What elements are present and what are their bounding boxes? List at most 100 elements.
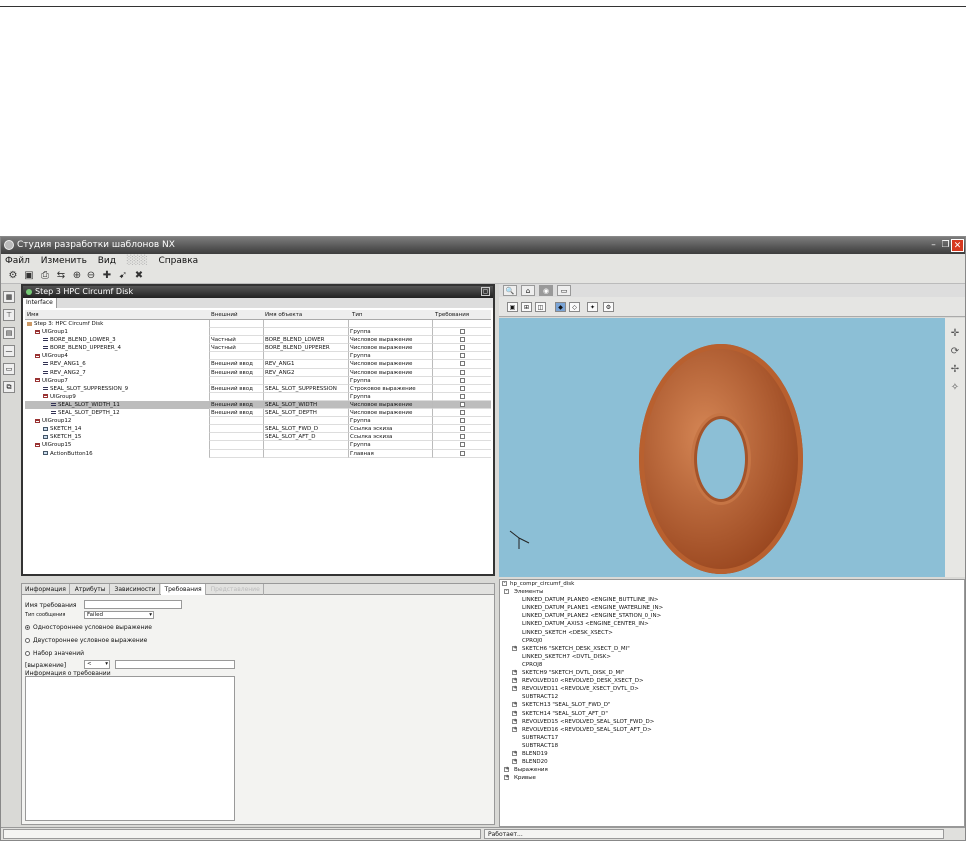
row-checkbox[interactable] <box>460 377 465 383</box>
tree-item[interactable]: + SKETCH14 "SEAL_SLOT_AFT_D" <box>500 710 964 718</box>
pointer-icon[interactable]: ➹ <box>117 270 129 282</box>
table-row[interactable]: UIGroup4 Группа <box>25 352 491 361</box>
tree-item[interactable]: LINKED_DATUM_PLANE1 <ENGINE_WATERLINE_IN… <box>500 604 964 612</box>
row-checkbox[interactable] <box>460 369 465 375</box>
tree-item[interactable]: + BLEND20 <box>500 758 964 766</box>
tree-item[interactable]: SUBTRACT17 <box>500 734 964 742</box>
row-checkbox[interactable] <box>460 361 465 367</box>
eye-view-icon[interactable]: ◉ <box>539 285 553 296</box>
expand-icon[interactable]: + <box>512 759 517 765</box>
disk-model[interactable] <box>639 344 803 574</box>
zoom-in-icon[interactable]: ⊕ <box>71 270 83 282</box>
expand-icon[interactable]: + <box>512 645 517 651</box>
pan-icon[interactable]: ◫ <box>535 302 546 312</box>
tree-item[interactable]: SUBTRACT12 <box>500 693 964 701</box>
expand-icon[interactable]: - <box>504 589 509 595</box>
radio-one-sided[interactable]: Одностороннее условное выражение <box>25 624 152 631</box>
tree-item[interactable]: LINKED_SKETCH <DESK_XSECT> <box>500 629 964 637</box>
col-object-name[interactable]: Имя объекта <box>265 310 302 320</box>
tree-item[interactable]: + Кривые <box>500 774 964 782</box>
table-row[interactable]: REV_ANG1_6 Внешний ввод REV_ANG1 Числовое в… <box>25 360 491 369</box>
expand-icon[interactable]: + <box>512 726 517 732</box>
col-requirements[interactable]: Требования <box>435 310 469 320</box>
row-checkbox[interactable] <box>460 385 465 391</box>
menu-view[interactable]: Вид <box>98 256 116 266</box>
radio-value-set[interactable]: Набор значений <box>25 650 84 657</box>
table-row[interactable]: BORE_BLEND_LOWER_3 Частный BORE_BLEND_LOWE… <box>25 336 491 345</box>
row-checkbox[interactable] <box>460 418 465 424</box>
table-row[interactable]: SEAL_SLOT_WIDTH_11 Внешний ввод SEAL_SLOT_… <box>25 400 491 410</box>
row-checkbox[interactable] <box>460 353 465 359</box>
tree-item[interactable]: + REVOLVED16 <REVOLVED_SEAL_SLOT_AFT_D> <box>500 726 964 734</box>
col-external[interactable]: Внешний <box>211 310 238 320</box>
expand-icon[interactable]: + <box>512 702 517 708</box>
fit-icon[interactable]: ▣ <box>507 302 518 312</box>
window-tool-icon[interactable]: ▭ <box>3 363 15 375</box>
table-row[interactable]: SEAL_SLOT_SUPPRESSION_9 Внешний ввод SEAL_… <box>25 384 491 393</box>
shaded-icon[interactable]: ◆ <box>555 302 566 312</box>
tree-root[interactable]: - hp_compr_circumf_disk <box>500 580 964 588</box>
tree-item[interactable]: CPROJ8 <box>500 661 964 669</box>
tree-item[interactable]: + Выражения <box>500 766 964 774</box>
tree-item[interactable]: LINKED_DATUM_PLANE0 <ENGINE_BUTTLINE_IN> <box>500 596 964 604</box>
row-checkbox[interactable] <box>460 434 465 440</box>
table-row[interactable]: BORE_BLEND_UPPERER_4 Частный BORE_BLEND_UP… <box>25 344 491 353</box>
save-icon[interactable]: ▣ <box>23 270 35 282</box>
model-view-icon[interactable]: ⌂ <box>521 285 535 296</box>
table-row[interactable]: REV_ANG2_7 Внешний ввод REV_ANG2 Числовое в… <box>25 368 491 377</box>
table-row[interactable]: UIGroup12 Группа <box>25 417 491 426</box>
wireframe-icon[interactable]: ◇ <box>569 302 580 312</box>
row-checkbox[interactable] <box>460 337 465 343</box>
tree-item[interactable]: LINKED_SKETCH7 <DVTL_DISK> <box>500 653 964 661</box>
close-button[interactable]: ✕ <box>951 239 964 252</box>
tree-item[interactable]: LINKED_DATUM_PLANE2 <ENGINE_STATION_0_IN… <box>500 612 964 620</box>
tab-attributes[interactable]: Атрибуты <box>72 584 110 595</box>
tree-item[interactable]: - Элементы <box>500 588 964 596</box>
light-icon[interactable]: ✦ <box>587 302 598 312</box>
zoom-view-icon[interactable]: 🔍 <box>503 285 517 296</box>
table-row[interactable]: UIGroup1 Группа <box>25 328 491 337</box>
col-type[interactable]: Тип <box>352 310 363 320</box>
expand-icon[interactable]: + <box>512 670 517 676</box>
add-icon[interactable]: ✚ <box>101 270 113 282</box>
expand-icon[interactable]: + <box>512 710 517 716</box>
row-checkbox[interactable] <box>460 450 465 456</box>
table-row[interactable]: SKETCH_15 SEAL_SLOT_AFT_D Ссылка эскиза <box>25 433 491 442</box>
expand-icon[interactable]: + <box>512 750 517 756</box>
req-info-textarea[interactable] <box>25 676 235 821</box>
req-name-input[interactable] <box>84 600 182 609</box>
row-checkbox[interactable] <box>460 393 465 399</box>
zoom-out-icon[interactable]: ⊖ <box>85 270 97 282</box>
row-checkbox[interactable] <box>460 329 465 335</box>
expand-icon[interactable]: + <box>504 767 509 773</box>
expand-icon[interactable]: + <box>504 775 509 781</box>
table-row[interactable]: Step 3: HPC Circumf Disk <box>25 320 491 329</box>
menu-file[interactable]: Файл <box>5 256 30 266</box>
tree-item[interactable]: + SKETCH6 "SKETCH_DESK_XSECT_D_MI" <box>500 645 964 653</box>
row-checkbox[interactable] <box>460 410 465 416</box>
table-row[interactable]: ActionButton16 Главная <box>25 449 491 458</box>
settings-icon[interactable]: ⚙ <box>603 302 614 312</box>
spin-icon[interactable]: ✢ <box>949 364 961 376</box>
table-row[interactable]: SEAL_SLOT_DEPTH_12 Внешний ввод SEAL_SLOT_… <box>25 409 491 418</box>
msg-type-select[interactable]: Failed ▾ <box>84 611 154 619</box>
row-checkbox[interactable] <box>460 401 465 407</box>
sparkle-icon[interactable]: ✧ <box>949 382 961 394</box>
row-checkbox[interactable] <box>460 345 465 351</box>
tree-tool-icon[interactable]: ⊤ <box>3 309 15 321</box>
layers-tool-icon[interactable]: ⧉ <box>3 381 15 393</box>
rotate-icon[interactable]: ⟳ <box>949 346 961 358</box>
table-row[interactable]: SKETCH_14 SEAL_SLOT_FWD_D Ссылка эскиза <box>25 425 491 434</box>
tab-dependencies[interactable]: Зависимости <box>111 584 160 595</box>
expr-value-input[interactable] <box>115 660 235 669</box>
table-row[interactable]: UIGroup7 Группа <box>25 376 491 385</box>
table-tool-icon[interactable]: ▦ <box>3 291 15 303</box>
maximize-panel-button[interactable]: ▢ <box>481 287 490 296</box>
tree-item[interactable]: + SKETCH9 "SKETCH_DVTL_DISK_D_MI" <box>500 669 964 677</box>
expand-icon[interactable]: + <box>512 686 517 692</box>
tab-interface[interactable]: Interface <box>23 298 57 308</box>
menu-edit[interactable]: Изменить <box>41 256 87 266</box>
move-icon[interactable]: ✛ <box>949 328 961 340</box>
table-row[interactable]: UIGroup9 Группа <box>25 392 491 401</box>
tree-item[interactable]: + REVOLVED11 <REVOLVE_XSECT_DVTL_D> <box>500 685 964 693</box>
